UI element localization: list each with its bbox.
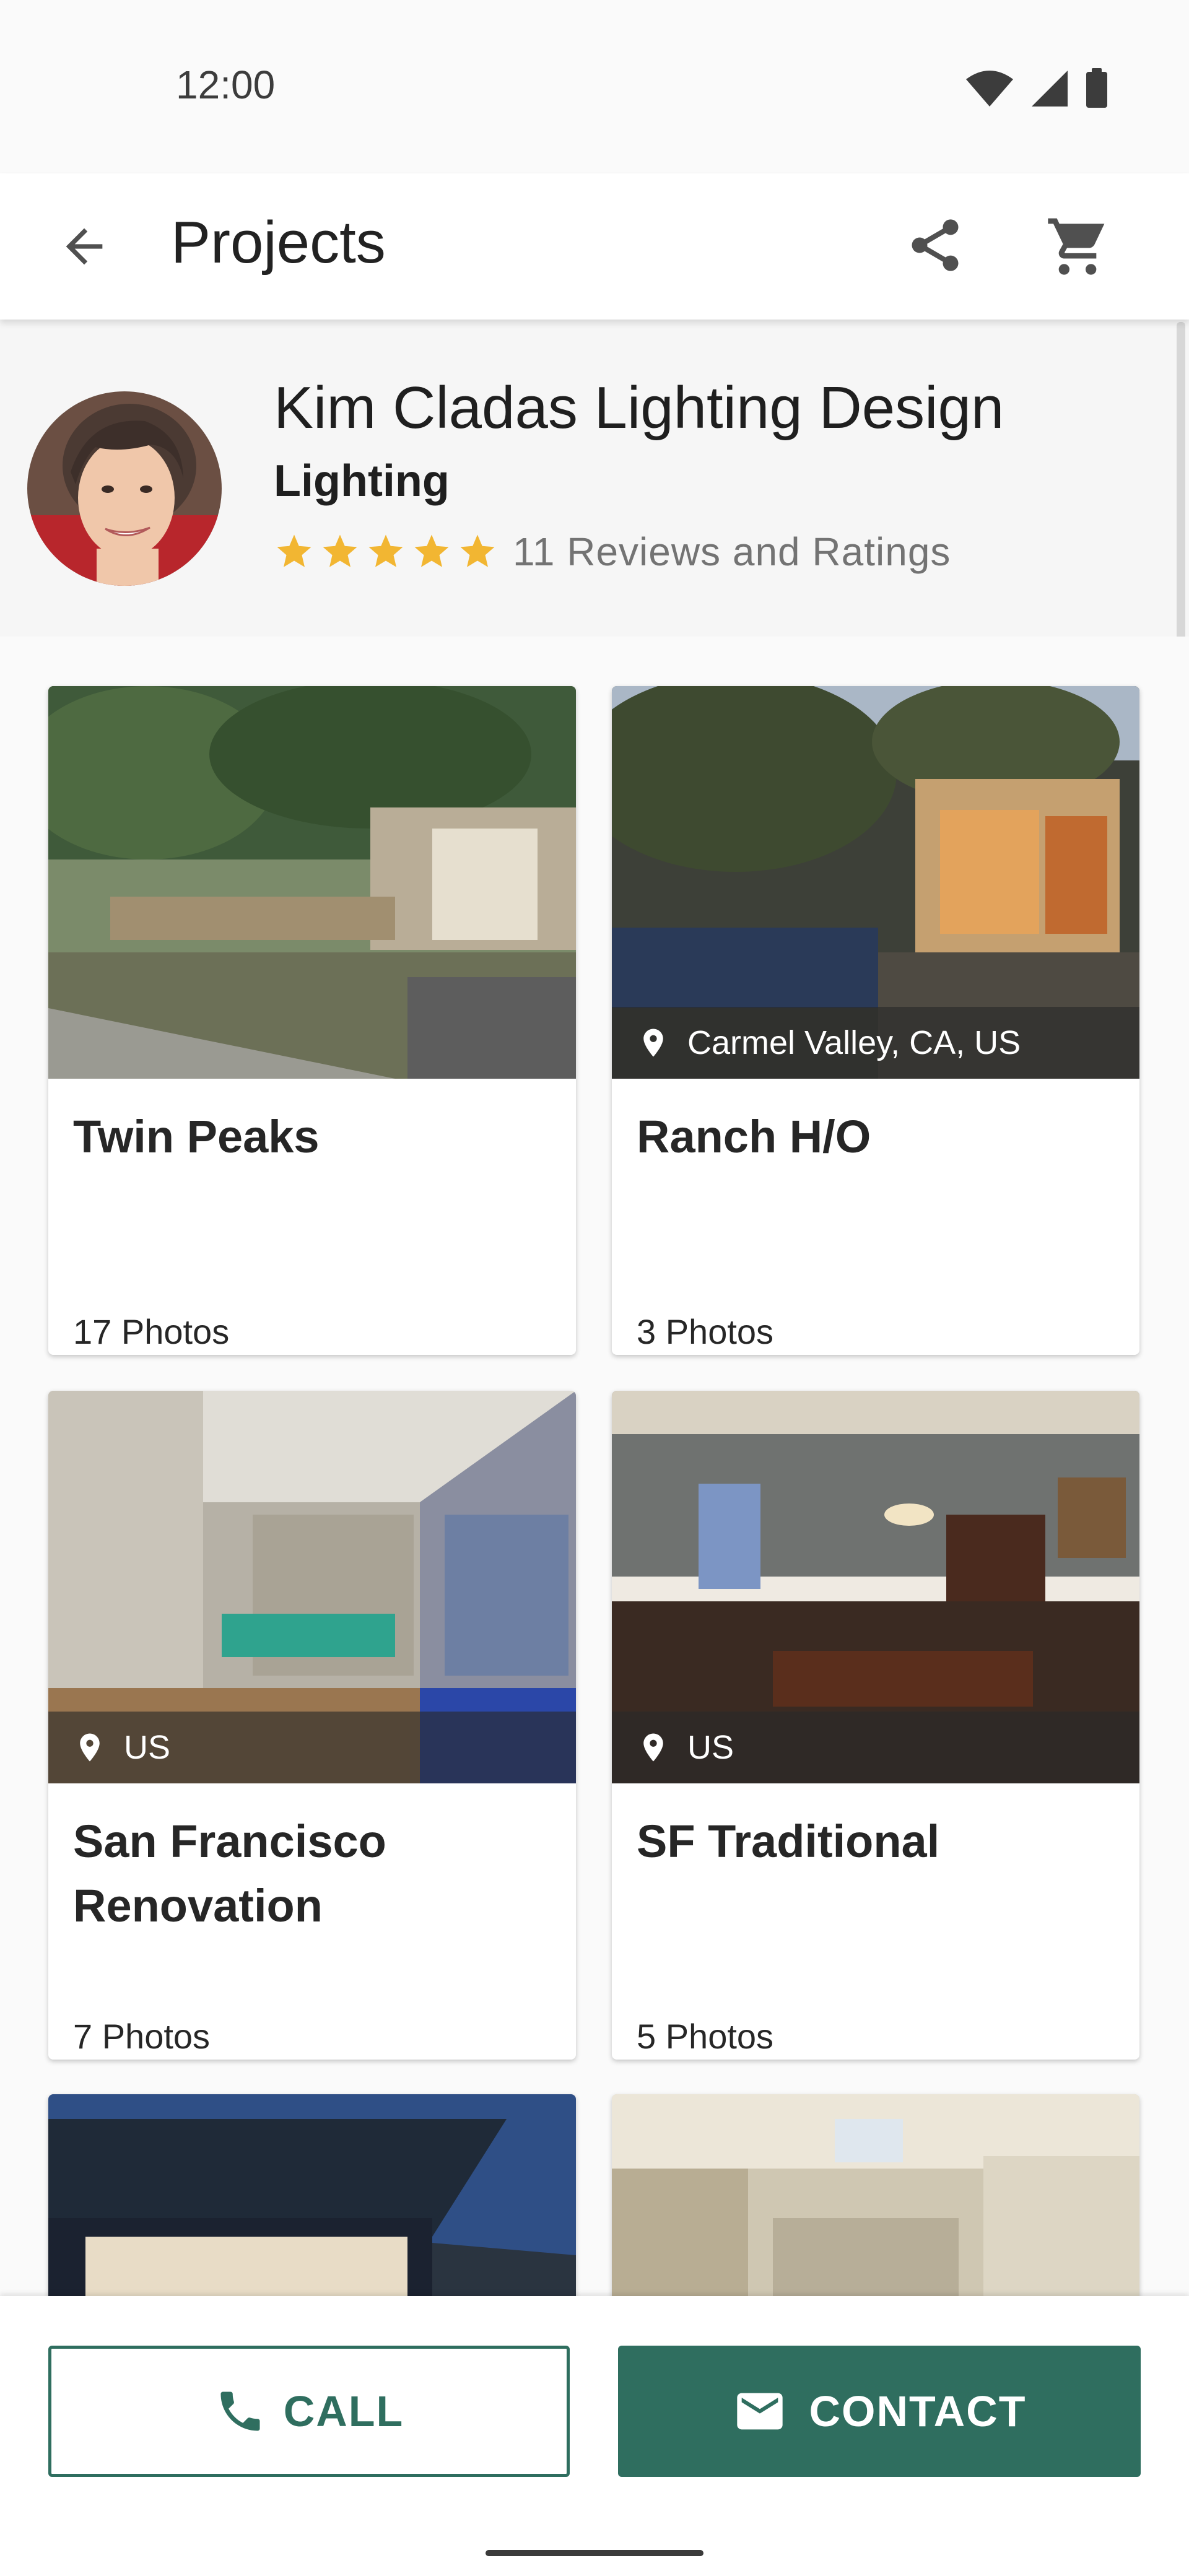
avatar[interactable] [27,391,222,586]
page-title: Projects [171,209,386,276]
location-pin-icon [637,1731,670,1764]
pro-category: Lighting [274,456,450,506]
star-icon [323,534,357,567]
location-overlay: US [48,1712,576,1783]
battery-icon [1086,68,1107,108]
phone-icon [220,2391,260,2431]
cellular-icon [1032,71,1068,107]
photo-count: 5 Photos [637,2017,774,2056]
pro-name: Kim Cladas Lighting Design [274,375,1004,441]
rating-row[interactable]: 11 Reviews and Ratings [274,529,951,575]
location-pin-icon [73,1731,107,1764]
back-arrow-icon [66,228,103,265]
location-overlay: Carmel Valley, CA, US [612,1007,1139,1079]
star-rating [274,531,498,572]
project-title: San Francisco Renovation [73,1816,386,1931]
contact-label: CONTACT [809,2387,1027,2435]
reviews-link: 11 Reviews and Ratings [513,529,951,574]
star-icon [277,534,311,567]
status-icons [965,68,1108,109]
share-icon [912,219,959,271]
location-text: US [124,1729,171,1766]
project-image [48,686,576,1079]
project-title: Ranch H/O [637,1111,871,1162]
contact-button[interactable]: CONTACT [618,2346,1141,2477]
project-card[interactable]: Twin Peaks 17 Photos [48,686,576,1355]
profile-header: Kim Cladas Lighting Design Lighting 11 R… [0,320,1189,637]
bottom-action-bar: CALL CONTACT [0,2296,1189,2576]
status-time: 12:00 [176,63,276,107]
home-indicator[interactable] [486,2550,703,2556]
mail-icon [736,2393,783,2430]
project-card[interactable]: US San Francisco Renovation 7 Photos [48,1391,576,2060]
wifi-icon [966,71,1013,107]
call-label: CALL [283,2387,404,2435]
back-button[interactable] [47,209,121,284]
call-button[interactable]: CALL [48,2346,570,2477]
project-card[interactable]: Carmel Valley, CA, US Ranch H/O 3 Photos [612,686,1139,1355]
star-icon [414,534,449,567]
location-overlay: US [612,1712,1139,1783]
cart-button[interactable] [1040,208,1115,282]
project-image: US [48,1391,576,1783]
project-card[interactable]: US SF Traditional 5 Photos [612,1391,1139,2060]
photo-count: 3 Photos [637,1312,774,1351]
project-image: Carmel Valley, CA, US [612,686,1139,1079]
photo-count: 7 Photos [73,2017,211,2056]
app-bar: Projects [0,173,1189,320]
photo-count: 17 Photos [73,1312,230,1351]
project-image: US [612,1391,1139,1783]
location-pin-icon [637,1026,670,1060]
project-title: Twin Peaks [73,1111,320,1162]
star-icon [460,534,495,567]
project-title: SF Traditional [637,1816,940,1867]
status-bar: 12:00 [0,0,1189,173]
location-text: US [687,1729,734,1766]
share-button[interactable] [898,208,972,282]
project-grid: Twin Peaks 17 Photos Carmel Valley, CA, … [0,637,1189,2528]
cart-icon [1048,218,1105,275]
location-text: Carmel Valley, CA, US [687,1024,1021,1061]
star-icon [368,534,403,567]
